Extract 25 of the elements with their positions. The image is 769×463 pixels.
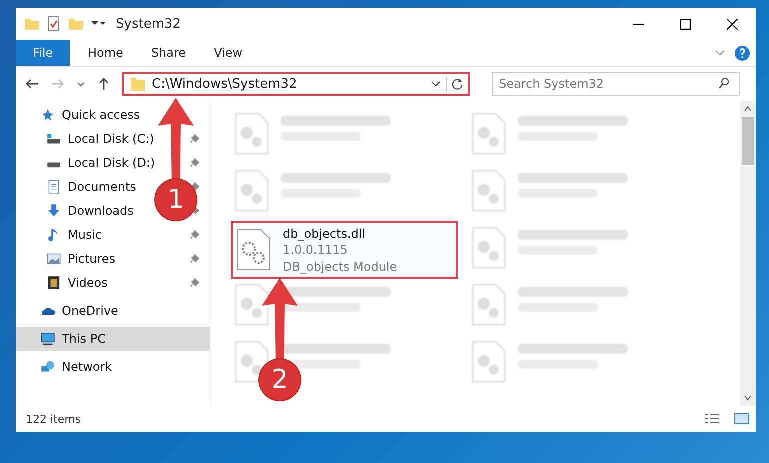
address-bar[interactable]: C:\Windows\System32 xyxy=(122,72,470,96)
ribbon-tab[interactable]: Share xyxy=(137,40,200,66)
sidebar-item[interactable]: Local Disk (C:) xyxy=(16,127,158,151)
sidebar-item[interactable]: Downloads xyxy=(16,199,138,223)
step-number: 1 xyxy=(166,185,186,215)
file-tab[interactable]: File xyxy=(16,40,70,66)
sidebar-item[interactable]: Local Disk (D:) xyxy=(16,151,160,175)
sidebar-item[interactable]: Videos xyxy=(16,271,112,295)
file-item[interactable]: db_objects.dll 1.0.0.1115 DB_objects Module xyxy=(231,221,458,279)
ribbon-tab[interactable]: Home xyxy=(74,40,138,66)
sidebar-item[interactable]: Network xyxy=(16,355,210,379)
window-title: System32 xyxy=(116,16,182,32)
file-name: db_objects.dll xyxy=(283,226,367,242)
sidebar-item[interactable]: OneDrive xyxy=(16,299,210,323)
sidebar-item[interactable]: Pictures xyxy=(16,247,120,271)
sidebar-item[interactable]: Music xyxy=(16,223,106,247)
file-detail: 1.0.0.1115 xyxy=(283,242,349,259)
sidebar-item[interactable]: Documents xyxy=(16,175,140,199)
sidebar-item[interactable]: Quick access xyxy=(16,103,210,127)
sidebar-item[interactable]: This PC xyxy=(16,327,210,351)
item-count: 122 items xyxy=(26,412,82,426)
ribbon-tab[interactable]: View xyxy=(200,40,257,66)
file-detail: DB_objects Module xyxy=(283,259,398,276)
step-number: 2 xyxy=(270,365,290,395)
address-path: C:\Windows\System32 xyxy=(152,76,298,92)
